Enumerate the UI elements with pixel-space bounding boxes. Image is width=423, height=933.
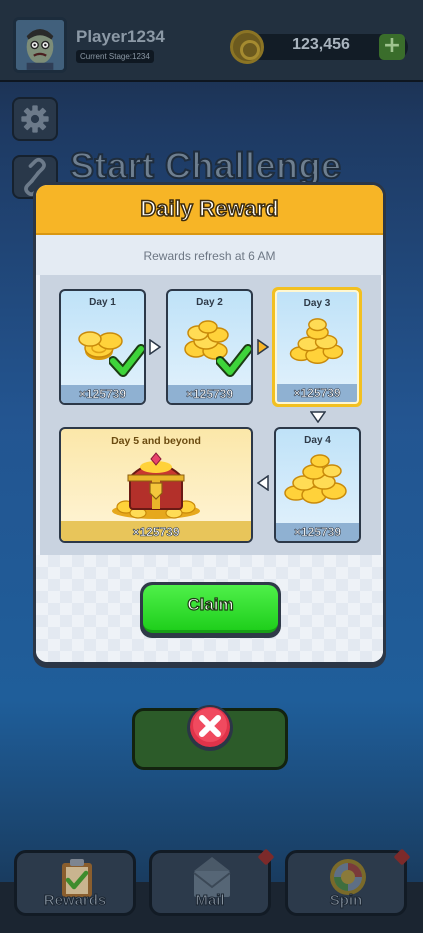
day-2-amount: ×125739: [185, 387, 234, 402]
check-icon: [109, 344, 144, 377]
tab-rewards-label: Rewards: [43, 892, 107, 910]
day-4-label: Day 4: [304, 435, 331, 446]
player-avatar[interactable]: [13, 17, 67, 73]
check-icon: [216, 344, 251, 377]
add-coins-button[interactable]: +: [379, 34, 405, 60]
settings-button[interactable]: [12, 97, 58, 141]
day-2-card[interactable]: Day 2 ×125739: [166, 289, 253, 405]
coin-icon: [289, 318, 344, 364]
close-icon[interactable]: [184, 703, 236, 753]
day-3-amount: ×125739: [293, 386, 341, 401]
refresh-note: Rewards refresh at 6 AM: [143, 249, 276, 263]
daily-reward-dialog: Daily Reward Rewards refresh at 6 AM Day…: [33, 182, 386, 668]
day-4-amount: ×125739: [293, 525, 342, 540]
claim-button[interactable]: Claim: [140, 582, 281, 638]
day-3-card[interactable]: Day 3 ×125739: [272, 287, 362, 407]
tab-rewards[interactable]: Rewards: [14, 850, 136, 916]
day-2-label: Day 2: [196, 297, 223, 308]
day-1-label: Day 1: [89, 297, 116, 308]
claim-label: Claim: [187, 594, 234, 614]
day-5-card[interactable]: Day 5 and beyond ×125739: [59, 427, 253, 543]
day-3-label: Day 3: [303, 298, 331, 309]
arrow-right-icon: [149, 339, 161, 355]
arrow-right-icon: [257, 339, 269, 355]
player-name: Player1234: [76, 27, 165, 46]
treasure-chest-icon: [112, 452, 200, 519]
tab-spin-label: Spin: [329, 892, 363, 910]
gear-icon: [21, 105, 49, 133]
coin-icon: [284, 454, 347, 504]
dialog-title: Daily Reward: [140, 195, 280, 222]
start-challenge-title: Start Challenge: [69, 144, 342, 187]
day-1-amount: ×125739: [78, 387, 127, 402]
dialog-body: Daily Reward Rewards refresh at 6 AM Day…: [36, 185, 383, 662]
tab-mail[interactable]: Mail: [149, 848, 275, 916]
coin-icon: [230, 30, 264, 64]
coin-balance: 123,456: [292, 36, 350, 53]
tab-mail-label: Mail: [195, 892, 225, 910]
arrow-left-icon: [257, 475, 269, 491]
top-bar: Player1234 Current Stage:1234 123,456 +: [0, 0, 423, 82]
day-4-card[interactable]: Day 4 ×125739: [274, 427, 361, 543]
day-5-amount: ×125739: [132, 525, 180, 540]
current-stage: Current Stage:1234: [76, 50, 154, 63]
arrow-down-icon: [310, 411, 326, 423]
tab-spin[interactable]: Spin: [285, 848, 411, 916]
day-1-card[interactable]: Day 1 ×125739: [59, 289, 146, 405]
